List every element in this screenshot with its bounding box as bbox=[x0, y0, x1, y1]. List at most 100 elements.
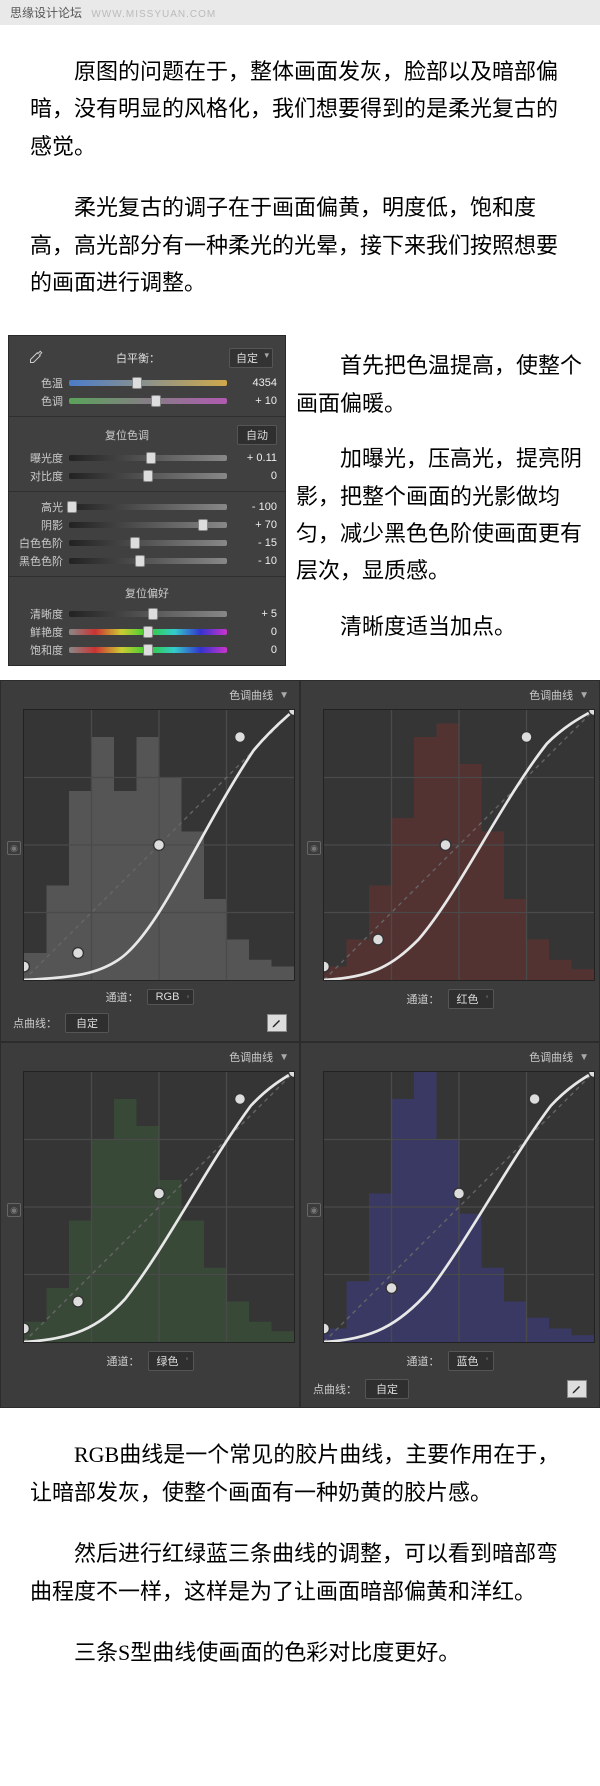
basic-row: 白平衡： 自定 色温4354色调+ 10 复位色调 自动 曝光度+ 0.11对比… bbox=[0, 335, 600, 680]
curve-title: 色调曲线 bbox=[529, 1049, 573, 1065]
slider-sliders1-1: 色调 + 10 bbox=[17, 392, 277, 410]
slider-track[interactable] bbox=[69, 504, 227, 510]
slider-value: + 5 bbox=[233, 608, 277, 620]
collapse-icon[interactable]: ▼ bbox=[279, 690, 289, 701]
curve-graph[interactable] bbox=[23, 1071, 295, 1343]
channel-label: 通道： bbox=[407, 1353, 440, 1369]
slider-label: 色调 bbox=[17, 393, 63, 409]
slider-knob[interactable] bbox=[135, 555, 145, 567]
side-p3: 清晰度适当加点。 bbox=[296, 608, 592, 645]
panel-switch-icon[interactable]: ◉ bbox=[307, 1203, 321, 1217]
slider-sliders4-1: 鲜艳度0 bbox=[17, 623, 277, 641]
slider-sliders3-0: 高光 - 100 bbox=[17, 498, 277, 516]
channel-label: 通道： bbox=[106, 989, 139, 1005]
eyedropper-icon[interactable] bbox=[23, 346, 47, 370]
curve-title: 色调曲线 bbox=[229, 687, 273, 703]
slider-label: 阴影 bbox=[17, 517, 63, 533]
wb-preset-select[interactable]: 自定 bbox=[229, 348, 273, 368]
pref-section: 复位偏好 清晰度 + 5 鲜艳度0饱和度 0 bbox=[9, 577, 285, 665]
side-p2: 加曝光，压高光，提亮阴影，把整个画面的光影做均匀，减少黑色色阶使画面更有层次，显… bbox=[296, 440, 592, 590]
slider-label: 曝光度 bbox=[17, 450, 63, 466]
slider-value: + 10 bbox=[233, 395, 277, 407]
slider-value: - 10 bbox=[233, 555, 277, 567]
site-name: 思缘设计论坛 bbox=[10, 6, 82, 20]
point-curve-label: 点曲线： bbox=[313, 1381, 357, 1397]
point-curve-select[interactable]: 自定 bbox=[365, 1379, 409, 1399]
slider-knob[interactable] bbox=[148, 608, 158, 620]
slider-label: 清晰度 bbox=[17, 606, 63, 622]
slider-knob[interactable] bbox=[143, 626, 153, 638]
slider-value: 4354 bbox=[233, 377, 277, 389]
slider-track[interactable] bbox=[69, 522, 227, 528]
pref-title: 复位偏好 bbox=[17, 585, 277, 601]
slider-label: 饱和度 bbox=[17, 642, 63, 658]
curve-graph[interactable] bbox=[23, 709, 295, 981]
slider-label: 白色色阶 bbox=[17, 535, 63, 551]
panel-switch-icon[interactable]: ◉ bbox=[7, 841, 21, 855]
curve-graph[interactable] bbox=[323, 709, 595, 981]
channel-select[interactable]: RGB bbox=[147, 989, 195, 1005]
slider-track[interactable] bbox=[69, 380, 227, 386]
channel-select[interactable]: 蓝色 bbox=[448, 1351, 494, 1371]
slider-knob[interactable] bbox=[143, 470, 153, 482]
slider-label: 色温 bbox=[17, 375, 63, 391]
panel-switch-icon[interactable]: ◉ bbox=[7, 1203, 21, 1217]
slider-knob[interactable] bbox=[146, 452, 156, 464]
slider-value: 0 bbox=[233, 626, 277, 638]
slider-track[interactable] bbox=[69, 647, 227, 653]
point-curve-select[interactable]: 自定 bbox=[65, 1013, 109, 1033]
slider-track[interactable] bbox=[69, 558, 227, 564]
site-url: WWW.MISSYUAN.COM bbox=[91, 9, 216, 20]
collapse-icon[interactable]: ▼ bbox=[579, 690, 589, 701]
slider-value: 0 bbox=[233, 470, 277, 482]
slider-sliders2-1: 对比度 0 bbox=[17, 467, 277, 485]
outro-p1: RGB曲线是一个常见的胶片曲线，主要作用在于，让暗部发灰，使整个画面有一种奶黄的… bbox=[30, 1436, 570, 1511]
outro-text: RGB曲线是一个常见的胶片曲线，主要作用在于，让暗部发灰，使整个画面有一种奶黄的… bbox=[0, 1408, 600, 1699]
intro-p2: 柔光复古的调子在于画面偏黄，明度低，饱和度高，高光部分有一种柔光的光晕，接下来我… bbox=[30, 189, 570, 301]
panel-switch-icon[interactable]: ◉ bbox=[307, 841, 321, 855]
slider-track[interactable] bbox=[69, 398, 227, 404]
slider-knob[interactable] bbox=[130, 537, 140, 549]
slider-track[interactable] bbox=[69, 455, 227, 461]
point-curve-row: 点曲线： 自定 bbox=[305, 1371, 595, 1399]
slider-value: - 15 bbox=[233, 537, 277, 549]
curves-grid: 色调曲线 ▼ ◉ 通道： RGB 点曲线： 自定 色调曲线 ▼ ◉ bbox=[0, 680, 600, 1408]
channel-select[interactable]: 绿色 bbox=[148, 1351, 194, 1371]
slider-track[interactable] bbox=[69, 629, 227, 635]
slider-value: 0 bbox=[233, 644, 277, 656]
slider-sliders4-2: 饱和度 0 bbox=[17, 641, 277, 659]
slider-knob[interactable] bbox=[143, 644, 153, 656]
curve-panel-RGB: 色调曲线 ▼ ◉ 通道： RGB 点曲线： 自定 bbox=[0, 680, 300, 1042]
site-header: 思缘设计论坛 WWW.MISSYUAN.COM bbox=[0, 0, 600, 25]
wb-label: 白平衡： bbox=[47, 350, 229, 366]
curve-graph[interactable] bbox=[323, 1071, 595, 1343]
slider-value: - 100 bbox=[233, 501, 277, 513]
collapse-icon[interactable]: ▼ bbox=[279, 1052, 289, 1063]
channel-select[interactable]: 红色 bbox=[448, 989, 494, 1009]
slider-track[interactable] bbox=[69, 473, 227, 479]
slider-sliders3-3: 黑色色阶- 10 bbox=[17, 552, 277, 570]
intro-p1: 原图的问题在于，整体画面发灰，脸部以及暗部偏暗，没有明显的风格化，我们想要得到的… bbox=[30, 53, 570, 165]
curves-wrap: 色调曲线 ▼ ◉ 通道： RGB 点曲线： 自定 色调曲线 ▼ ◉ bbox=[0, 680, 600, 1408]
curve-panel-红色: 色调曲线 ▼ ◉ 通道： 红色 bbox=[300, 680, 600, 1042]
outro-p2: 然后进行红绿蓝三条曲线的调整，可以看到暗部弯曲程度不一样，这样是为了让画面暗部偏… bbox=[30, 1535, 570, 1610]
slider-knob[interactable] bbox=[132, 377, 142, 389]
slider-sliders3-1: 阴影 + 70 bbox=[17, 516, 277, 534]
slider-value: + 70 bbox=[233, 519, 277, 531]
slider-label: 对比度 bbox=[17, 468, 63, 484]
slider-knob[interactable] bbox=[198, 519, 208, 531]
slider-track[interactable] bbox=[69, 540, 227, 546]
slider-label: 高光 bbox=[17, 499, 63, 515]
slider-knob[interactable] bbox=[67, 501, 77, 513]
channel-label: 通道： bbox=[107, 1353, 140, 1369]
curve-edit-button[interactable] bbox=[267, 1014, 287, 1032]
collapse-icon[interactable]: ▼ bbox=[579, 1052, 589, 1063]
point-curve-row: 点曲线： 自定 bbox=[5, 1005, 295, 1033]
auto-button[interactable]: 自动 bbox=[237, 425, 277, 445]
slider-knob[interactable] bbox=[151, 395, 161, 407]
tone-section: 复位色调 自动 曝光度+ 0.11对比度0 bbox=[9, 417, 285, 492]
curve-panel-蓝色: 色调曲线 ▼ ◉ 通道： 蓝色 点曲线： 自定 bbox=[300, 1042, 600, 1408]
slider-track[interactable] bbox=[69, 611, 227, 617]
curve-edit-button[interactable] bbox=[567, 1380, 587, 1398]
slider-sliders3-2: 白色色阶 - 15 bbox=[17, 534, 277, 552]
